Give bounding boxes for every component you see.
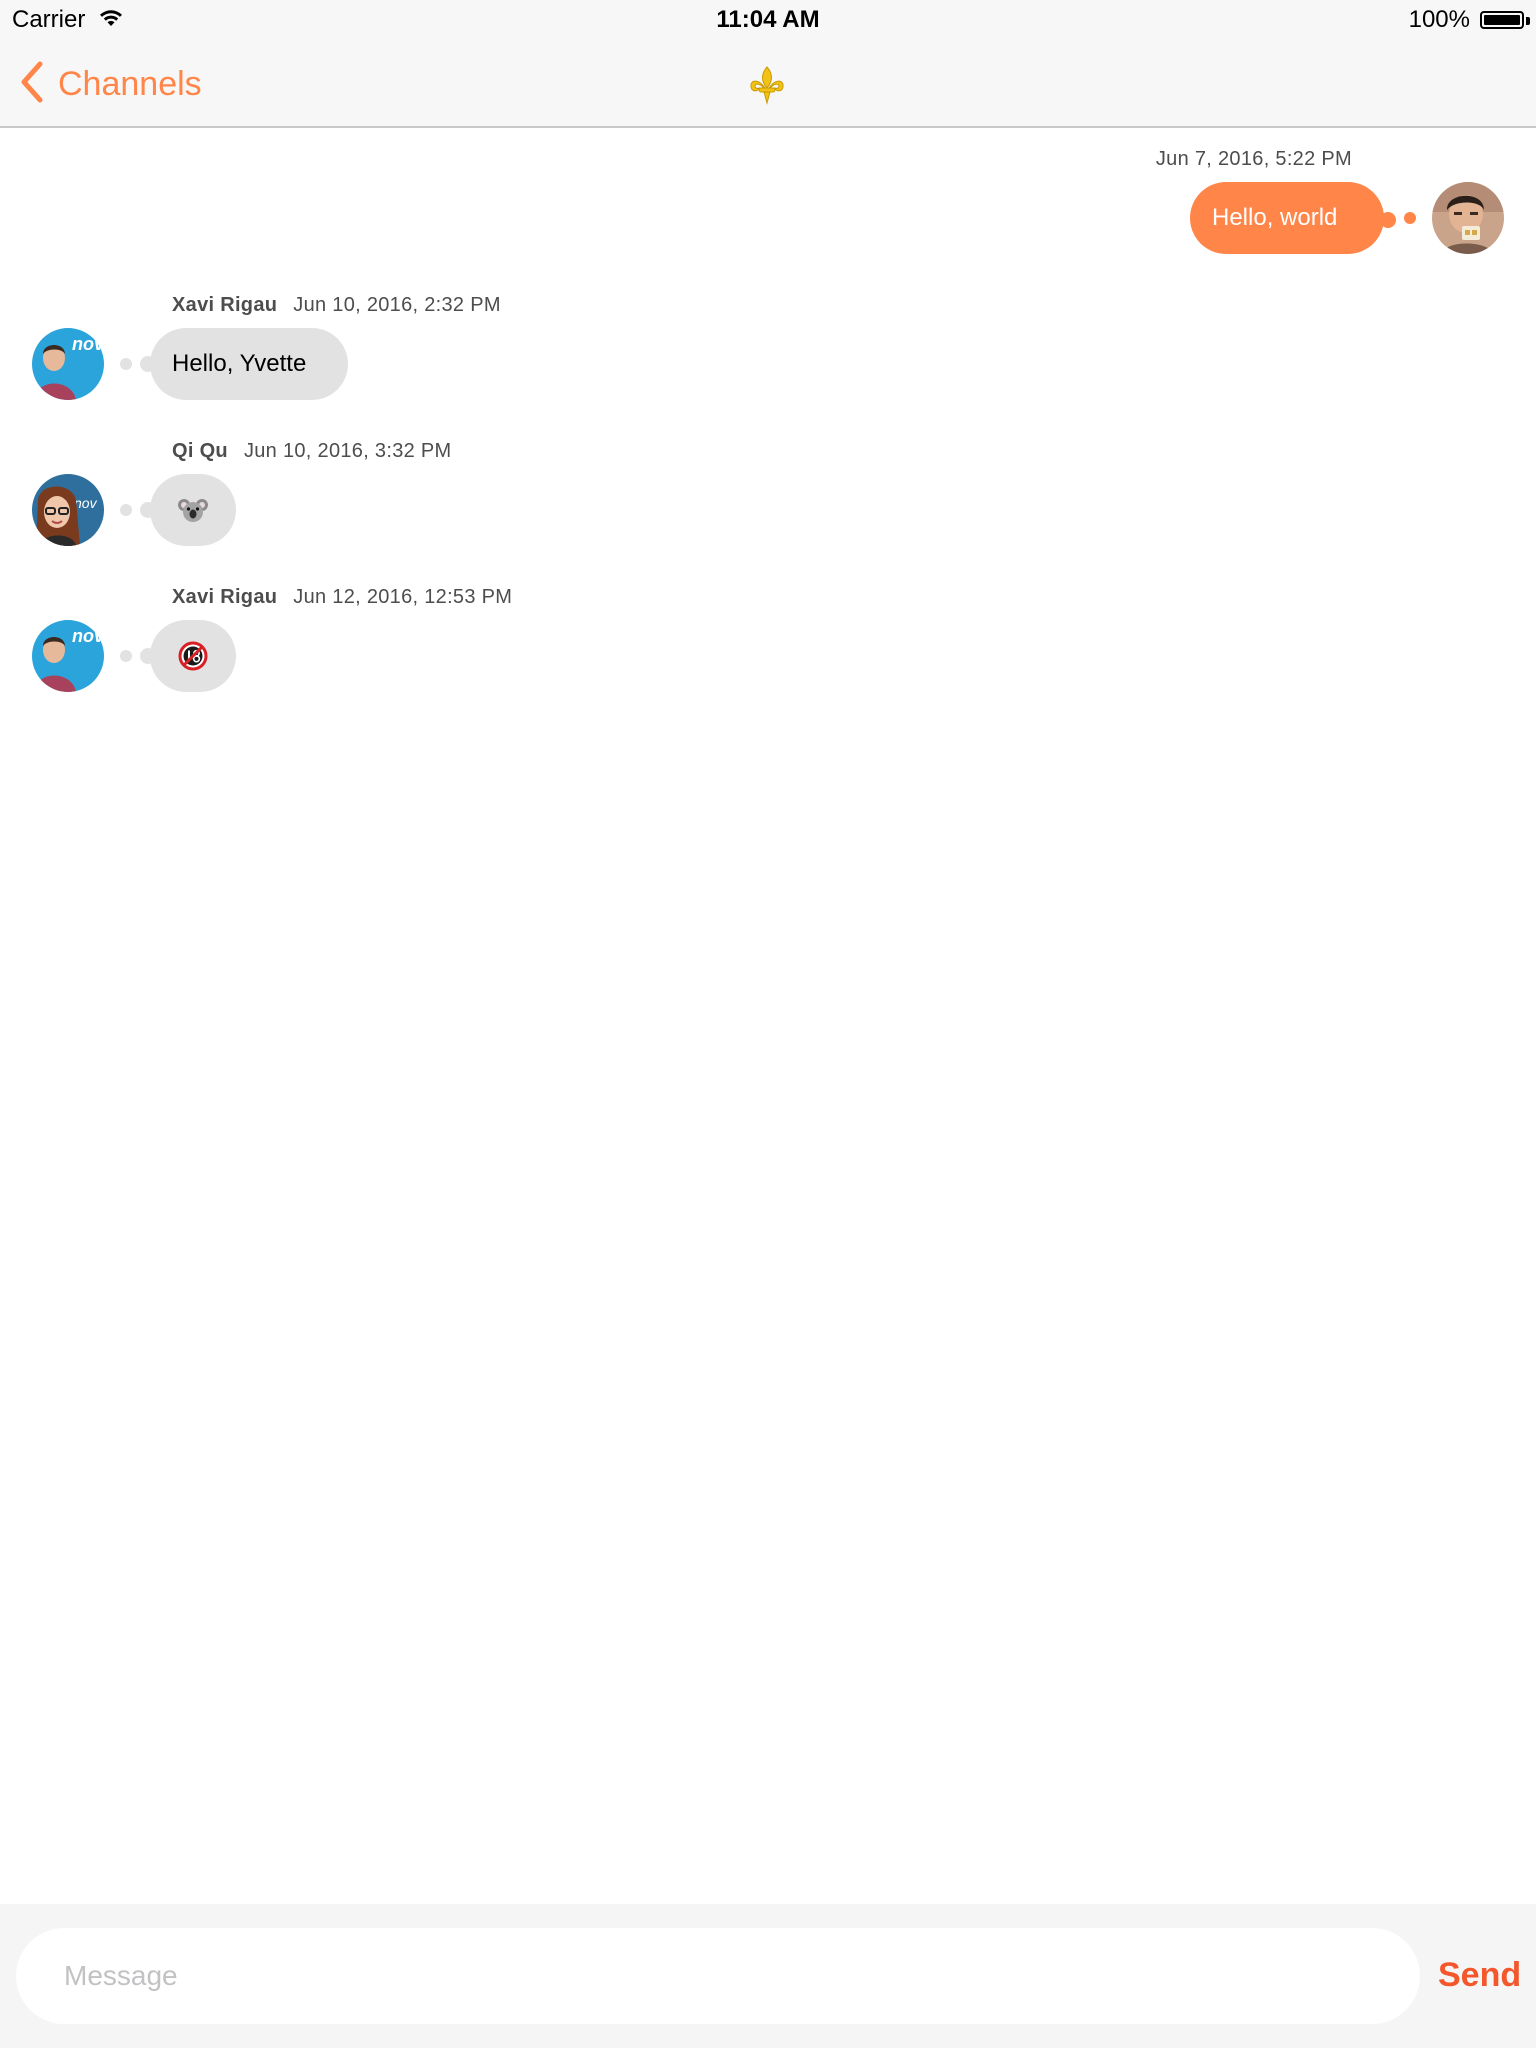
message-timestamp: Jun 12, 2016, 12:53 PM [293,586,513,608]
message-bubble[interactable] [150,620,236,692]
koala-icon [178,495,208,525]
message-text: Hello, world [1212,204,1338,231]
message-bubble[interactable]: Hello, Yvette [150,328,348,400]
bubble-tail-dot [120,358,132,370]
message-text: Hello, Yvette [172,350,307,377]
status-time: 11:04 AM [716,6,820,33]
bubble-tail-dot [120,504,132,516]
fleur-de-lis-icon [746,64,788,111]
message-header: Xavi Rigau Jun 10, 2016, 2:32 PM [172,294,501,317]
bubble-tail-dot [120,650,132,662]
svg-text:nov: nov [72,334,104,354]
status-bar: Carrier 11:04 AM 100% [0,0,1536,40]
back-button[interactable]: Channels [20,60,202,108]
message-bubble[interactable] [150,474,236,546]
message-timestamp: Jun 10, 2016, 3:32 PM [243,440,452,462]
message-author: Xavi Rigau [172,294,278,316]
send-button[interactable]: Send [1438,1956,1521,1995]
message-author: Xavi Rigau [172,586,278,608]
chevron-left-icon [20,61,44,108]
navigation-bar: Channels [0,40,1536,128]
message-author: Qi Qu [172,440,228,462]
battery-icon [1480,11,1524,29]
message-timestamp: Jun 7, 2016, 5:22 PM [1155,148,1352,170]
battery-nub [1526,17,1530,25]
avatar[interactable]: nov [32,620,104,692]
bubble-tail-dot [1404,212,1416,224]
no-under-eighteen-icon [178,641,208,671]
message-bubble[interactable]: Hello, world [1190,182,1384,254]
battery-percentage: 100% [1408,6,1470,33]
message-input[interactable] [16,1928,1420,2024]
message-header: Qi Qu Jun 10, 2016, 3:32 PM [172,440,452,463]
message-header: Xavi Rigau Jun 12, 2016, 12:53 PM [172,586,512,609]
svg-text:nov: nov [72,626,104,646]
bubble-tail [1380,212,1396,228]
composer-bar: Send [0,1904,1536,2048]
avatar[interactable] [1432,182,1504,254]
message-timestamp: Jun 10, 2016, 2:32 PM [293,294,501,316]
avatar[interactable]: nov [32,474,104,546]
avatar[interactable]: nov [32,328,104,400]
back-button-label: Channels [58,64,202,103]
svg-text:nov: nov [74,495,98,511]
